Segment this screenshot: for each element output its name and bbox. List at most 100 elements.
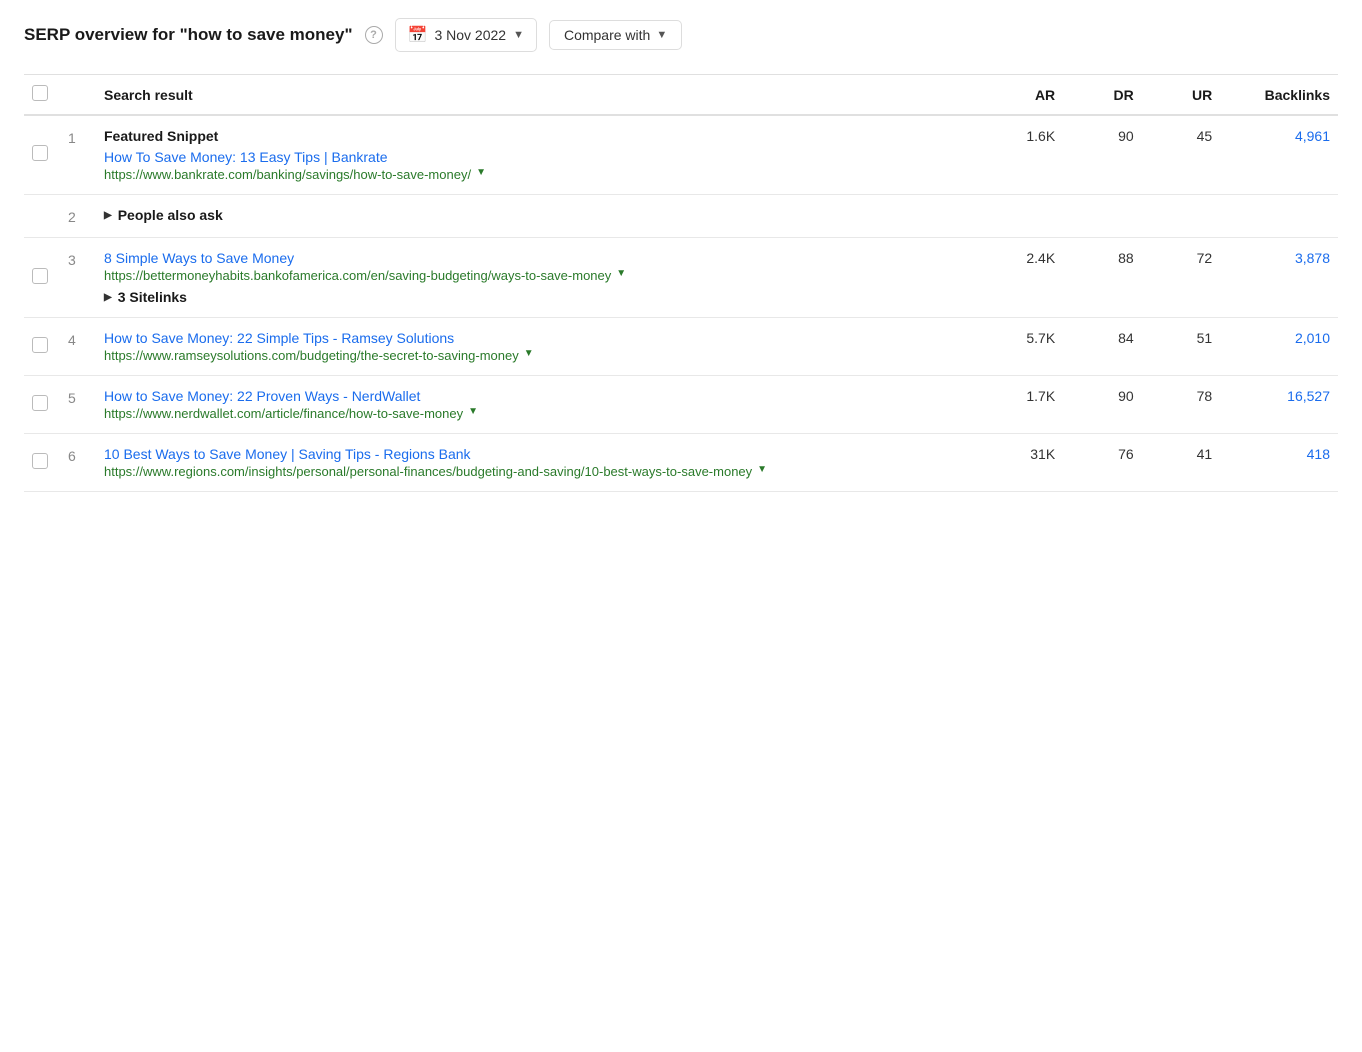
compare-dropdown-arrow: ▼ <box>656 29 667 41</box>
dr-cell: 88 <box>1063 238 1142 318</box>
backlinks-cell[interactable]: 3,878 <box>1220 238 1338 318</box>
result-title-link[interactable]: How To Save Money: 13 Easy Tips | Bankra… <box>104 149 977 165</box>
ur-cell: 72 <box>1142 238 1221 318</box>
url-text: https://www.ramseysolutions.com/budgetin… <box>104 348 519 363</box>
people-also-ask-row: ▶ People also ask <box>104 207 977 223</box>
sitelinks-expand-arrow-icon[interactable]: ▶ <box>104 292 112 303</box>
serp-table: Search result AR DR UR Backlinks 1Featur… <box>24 74 1338 492</box>
result-type-label: Featured Snippet <box>104 128 977 144</box>
url-dropdown-arrow-icon[interactable]: ▼ <box>757 464 767 475</box>
checkbox-cell <box>24 195 60 238</box>
url-text: https://www.nerdwallet.com/article/finan… <box>104 406 463 421</box>
url-dropdown-arrow-icon[interactable]: ▼ <box>468 406 478 417</box>
header-search-result: Search result <box>96 75 985 116</box>
url-text: https://www.regions.com/insights/persona… <box>104 464 752 479</box>
header-row: SERP overview for "how to save money" ? … <box>24 18 1338 52</box>
url-dropdown-arrow-icon[interactable]: ▼ <box>524 348 534 359</box>
result-cell: ▶ People also ask <box>96 195 985 238</box>
ur-cell: 41 <box>1142 434 1221 492</box>
result-title-link[interactable]: 8 Simple Ways to Save Money <box>104 250 977 266</box>
backlinks-cell[interactable]: 16,527 <box>1220 376 1338 434</box>
dr-cell: 76 <box>1063 434 1142 492</box>
table-row: 2 ▶ People also ask <box>24 195 1338 238</box>
table-row: 1 Featured Snippet How To Save Money: 13 E… <box>24 115 1338 195</box>
header-backlinks: Backlinks <box>1220 75 1338 116</box>
result-title-link[interactable]: 10 Best Ways to Save Money | Saving Tips… <box>104 446 977 462</box>
ur-cell: 45 <box>1142 115 1221 195</box>
backlinks-cell[interactable]: 4,961 <box>1220 115 1338 195</box>
table-row: 6 10 Best Ways to Save Money | Saving Tip… <box>24 434 1338 492</box>
header-ur: UR <box>1142 75 1221 116</box>
backlinks-cell[interactable]: 2,010 <box>1220 318 1338 376</box>
result-url: https://www.nerdwallet.com/article/finan… <box>104 406 977 421</box>
row-checkbox[interactable] <box>32 453 48 469</box>
ar-cell <box>985 195 1064 238</box>
ur-cell <box>1142 195 1221 238</box>
compare-with-button[interactable]: Compare with ▼ <box>549 20 682 50</box>
rank-cell: 5 <box>60 376 96 434</box>
checkbox-cell <box>24 434 60 492</box>
rank-cell: 2 <box>60 195 96 238</box>
url-text: https://bettermoneyhabits.bankofamerica.… <box>104 268 611 283</box>
people-also-ask-label: People also ask <box>118 207 223 223</box>
checkbox-cell <box>24 376 60 434</box>
date-dropdown-arrow: ▼ <box>513 29 524 41</box>
ar-cell: 5.7K <box>985 318 1064 376</box>
rank-cell: 1 <box>60 115 96 195</box>
checkbox-cell <box>24 318 60 376</box>
date-label: 3 Nov 2022 <box>434 27 506 43</box>
url-text: https://www.bankrate.com/banking/savings… <box>104 167 471 182</box>
url-dropdown-arrow-icon[interactable]: ▼ <box>616 268 626 279</box>
result-url: https://www.bankrate.com/banking/savings… <box>104 167 977 182</box>
row-checkbox[interactable] <box>32 395 48 411</box>
result-cell: How to Save Money: 22 Simple Tips - Rams… <box>96 318 985 376</box>
rank-cell: 4 <box>60 318 96 376</box>
backlinks-cell[interactable]: 418 <box>1220 434 1338 492</box>
ar-cell: 2.4K <box>985 238 1064 318</box>
result-title-link[interactable]: How to Save Money: 22 Simple Tips - Rams… <box>104 330 977 346</box>
backlinks-cell <box>1220 195 1338 238</box>
header-dr: DR <box>1063 75 1142 116</box>
result-cell: 10 Best Ways to Save Money | Saving Tips… <box>96 434 985 492</box>
calendar-icon: 📅 <box>408 25 428 45</box>
dr-cell: 84 <box>1063 318 1142 376</box>
result-cell: How to Save Money: 22 Proven Ways - Nerd… <box>96 376 985 434</box>
table-row: 4 How to Save Money: 22 Simple Tips - Ram… <box>24 318 1338 376</box>
compare-label: Compare with <box>564 27 650 43</box>
ur-cell: 51 <box>1142 318 1221 376</box>
result-title-link[interactable]: How to Save Money: 22 Proven Ways - Nerd… <box>104 388 977 404</box>
ar-cell: 1.7K <box>985 376 1064 434</box>
table-row: 5 How to Save Money: 22 Proven Ways - Ner… <box>24 376 1338 434</box>
result-url: https://bettermoneyhabits.bankofamerica.… <box>104 268 977 283</box>
ar-cell: 1.6K <box>985 115 1064 195</box>
ar-cell: 31K <box>985 434 1064 492</box>
result-url: https://www.regions.com/insights/persona… <box>104 464 977 479</box>
rank-cell: 6 <box>60 434 96 492</box>
header-checkbox[interactable] <box>32 85 48 101</box>
dr-cell: 90 <box>1063 115 1142 195</box>
ur-cell: 78 <box>1142 376 1221 434</box>
dr-cell <box>1063 195 1142 238</box>
row-checkbox[interactable] <box>32 268 48 284</box>
header-rank <box>60 75 96 116</box>
header-ar: AR <box>985 75 1064 116</box>
date-picker-button[interactable]: 📅 3 Nov 2022 ▼ <box>395 18 537 52</box>
row-checkbox[interactable] <box>32 145 48 161</box>
page-title: SERP overview for "how to save money" <box>24 25 353 45</box>
table-row: 3 8 Simple Ways to Save Money https://bett… <box>24 238 1338 318</box>
checkbox-cell <box>24 238 60 318</box>
expand-arrow-icon[interactable]: ▶ <box>104 210 112 221</box>
sitelinks-label: 3 Sitelinks <box>118 289 187 305</box>
checkbox-cell <box>24 115 60 195</box>
header-checkbox-col <box>24 75 60 116</box>
result-cell: 8 Simple Ways to Save Money https://bette… <box>96 238 985 318</box>
row-checkbox[interactable] <box>32 337 48 353</box>
url-dropdown-arrow-icon[interactable]: ▼ <box>476 167 486 178</box>
rank-cell: 3 <box>60 238 96 318</box>
dr-cell: 90 <box>1063 376 1142 434</box>
result-url: https://www.ramseysolutions.com/budgetin… <box>104 348 977 363</box>
help-icon[interactable]: ? <box>365 26 383 44</box>
sitelinks-row: ▶ 3 Sitelinks <box>104 289 977 305</box>
page-wrapper: SERP overview for "how to save money" ? … <box>0 0 1362 1052</box>
result-cell: Featured Snippet How To Save Money: 13 Ea… <box>96 115 985 195</box>
